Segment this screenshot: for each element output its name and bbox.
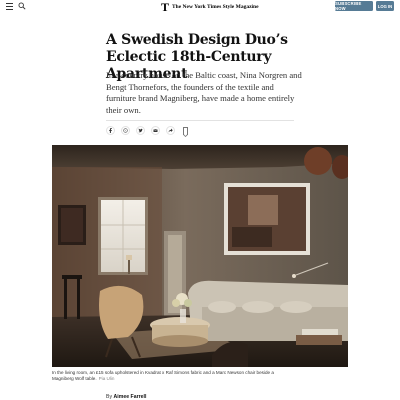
- bookmark-icon[interactable]: [183, 126, 189, 137]
- share-icon[interactable]: [166, 126, 175, 135]
- lead-photo-living-room: [52, 145, 348, 367]
- t-logo: T: [161, 0, 170, 14]
- article-summary: In a country house on the Baltic coast, …: [106, 70, 302, 115]
- twitter-icon[interactable]: [136, 126, 145, 135]
- email-icon[interactable]: [151, 126, 160, 135]
- photo-caption: In the living room, an £15 sofa upholste…: [52, 370, 292, 382]
- byline-prefix: By: [106, 394, 113, 400]
- whatsapp-icon[interactable]: [121, 126, 130, 135]
- masthead-logo[interactable]: T The New York Times Style Magazine: [161, 1, 259, 13]
- top-bar: T The New York Times Style Magazine SUBS…: [0, 0, 400, 14]
- divider: [106, 120, 294, 121]
- facebook-icon[interactable]: [106, 126, 115, 135]
- hamburger-menu-icon[interactable]: [6, 3, 13, 10]
- login-button[interactable]: LOG IN: [376, 1, 394, 11]
- search-icon[interactable]: [18, 2, 26, 10]
- caption-text: In the living room, an £15 sofa upholste…: [52, 370, 274, 381]
- author-name[interactable]: Aimee Farrell: [114, 394, 147, 400]
- subscribe-button[interactable]: SUBSCRIBE NOW: [335, 1, 373, 11]
- share-tools: [106, 126, 189, 137]
- masthead-title: The New York Times Style Magazine: [172, 4, 259, 10]
- photo-credit: Pia Ulin: [98, 376, 115, 381]
- byline: By Aimee Farrell: [106, 394, 146, 400]
